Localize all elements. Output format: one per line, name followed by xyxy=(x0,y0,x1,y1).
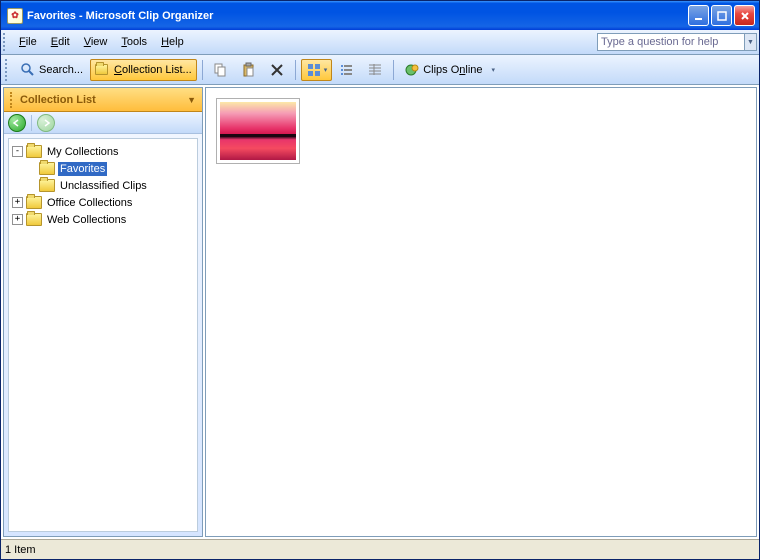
view-details-button[interactable] xyxy=(362,59,388,81)
tree-item-unclassified[interactable]: Unclassified Clips xyxy=(11,177,195,194)
tree-item-my-collections[interactable]: - My Collections xyxy=(11,143,195,160)
nav-forward-button[interactable] xyxy=(37,114,55,132)
details-icon xyxy=(367,62,383,78)
search-icon xyxy=(20,62,36,78)
help-search-dropdown[interactable]: ▼ xyxy=(744,33,757,51)
nav-separator xyxy=(31,115,32,131)
sidebar-handle[interactable] xyxy=(10,92,16,108)
folder-icon xyxy=(26,196,42,209)
paste-button[interactable] xyxy=(236,59,262,81)
copy-button[interactable] xyxy=(208,59,234,81)
tree-item-web[interactable]: + Web Collections xyxy=(11,211,195,228)
menu-help[interactable]: Help xyxy=(154,33,191,51)
folder-icon xyxy=(95,62,111,78)
menu-edit[interactable]: Edit xyxy=(44,33,77,51)
paste-icon xyxy=(241,62,257,78)
toolbar-separator xyxy=(202,60,203,80)
menubar: File Edit View Tools Help Type a questio… xyxy=(1,30,759,55)
tree-item-office[interactable]: + Office Collections xyxy=(11,194,195,211)
sunset-image xyxy=(220,102,296,160)
delete-icon xyxy=(269,62,285,78)
copy-icon xyxy=(213,62,229,78)
titlebar[interactable]: ✿ Favorites - Microsoft Clip Organizer xyxy=(1,1,759,30)
menu-file[interactable]: File xyxy=(12,33,44,51)
toolbar-separator xyxy=(295,60,296,80)
statusbar: 1 Item xyxy=(1,539,759,559)
clip-pane[interactable] xyxy=(205,87,757,537)
folder-icon xyxy=(39,179,55,192)
clip-thumbnail[interactable] xyxy=(216,98,300,164)
toolbar-separator xyxy=(393,60,394,80)
dropdown-icon: ▾ xyxy=(324,66,328,74)
folder-icon xyxy=(26,145,42,158)
clips-online-button[interactable]: Clips Online xyxy=(399,59,487,81)
toolbar: Search... Collection List... xyxy=(1,55,759,85)
maximize-button[interactable] xyxy=(711,5,732,26)
collection-list-label: Collection List... xyxy=(114,64,192,76)
app-icon: ✿ xyxy=(7,8,23,24)
window-title: Favorites - Microsoft Clip Organizer xyxy=(27,10,688,22)
list-icon xyxy=(339,62,355,78)
status-text: 1 Item xyxy=(5,544,36,556)
nav-back-button[interactable] xyxy=(8,114,26,132)
sidebar-menu-icon[interactable]: ▼ xyxy=(187,95,196,105)
menu-tools[interactable]: Tools xyxy=(114,33,154,51)
sidebar: Collection List ▼ - My Collections xyxy=(3,87,203,537)
sidebar-title: Collection List xyxy=(20,94,96,106)
thumbnails-icon xyxy=(306,62,322,78)
collection-tree[interactable]: - My Collections Favorites Unclassified … xyxy=(8,138,198,532)
folder-icon xyxy=(39,162,55,175)
close-button[interactable] xyxy=(734,5,755,26)
clips-online-label: Clips Online xyxy=(423,64,482,76)
app-window: ✿ Favorites - Microsoft Clip Organizer F… xyxy=(0,0,760,560)
search-label: Search... xyxy=(39,64,83,76)
search-button[interactable]: Search... xyxy=(15,59,88,81)
folder-icon xyxy=(26,213,42,226)
collapse-icon[interactable]: - xyxy=(12,146,23,157)
menubar-handle[interactable] xyxy=(3,33,10,51)
globe-icon xyxy=(404,62,420,78)
expand-icon[interactable]: + xyxy=(12,214,23,225)
minimize-button[interactable] xyxy=(688,5,709,26)
view-thumbnails-button[interactable]: ▾ xyxy=(301,59,333,81)
delete-button[interactable] xyxy=(264,59,290,81)
toolbar-handle[interactable] xyxy=(5,59,12,81)
sidebar-header[interactable]: Collection List ▼ xyxy=(4,88,202,112)
help-search-input[interactable]: Type a question for help xyxy=(597,33,745,51)
tree-item-favorites[interactable]: Favorites xyxy=(11,160,195,177)
toolbar-overflow-icon[interactable]: ▾ xyxy=(492,66,496,74)
collection-list-button[interactable]: Collection List... xyxy=(90,59,197,81)
view-list-button[interactable] xyxy=(334,59,360,81)
sidebar-nav xyxy=(4,112,202,134)
menu-view[interactable]: View xyxy=(77,33,115,51)
expand-icon[interactable]: + xyxy=(12,197,23,208)
